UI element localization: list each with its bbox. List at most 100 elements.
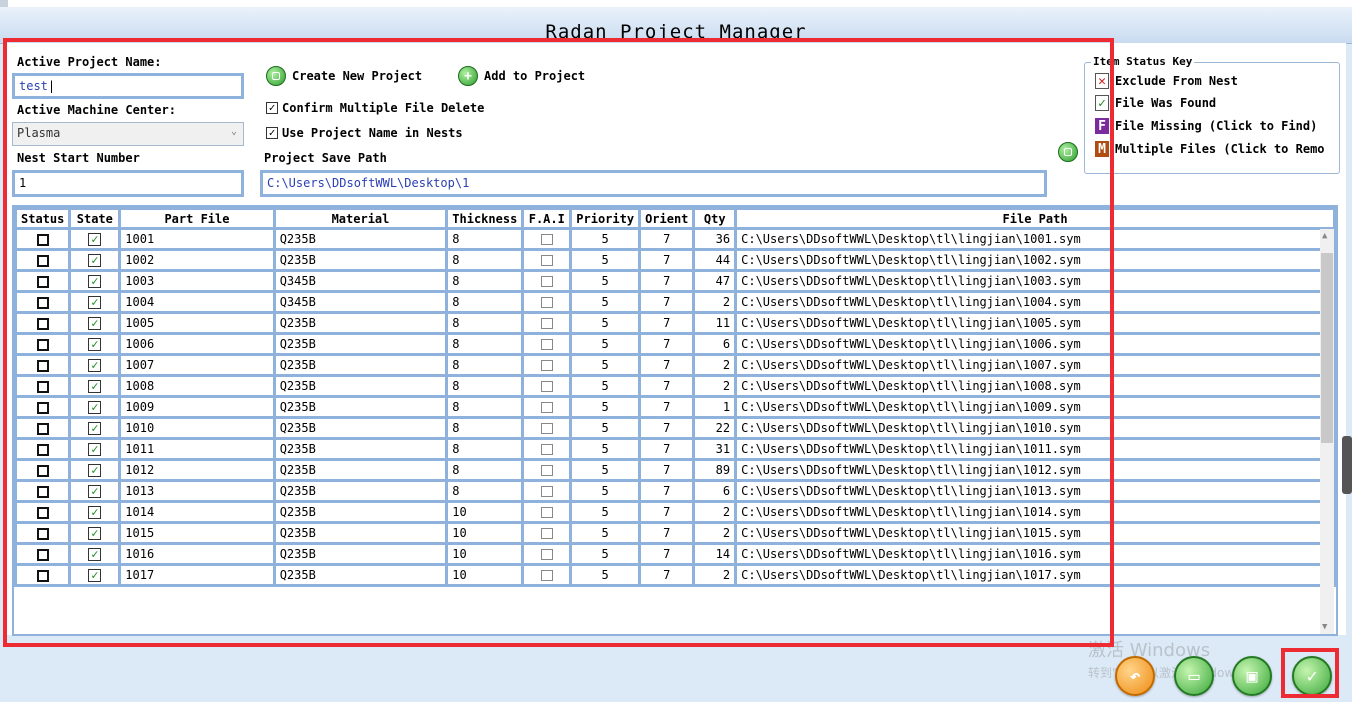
- status-box-icon[interactable]: [36, 485, 49, 498]
- priority-cell[interactable]: 5: [569, 395, 642, 419]
- table-row[interactable]: ✓ 1007 Q235B 8 5 7 2 C:\Users\DDsoftWWL\Desktop…: [14, 353, 1336, 377]
- qty-cell[interactable]: 1: [692, 395, 738, 419]
- status-cell[interactable]: [14, 290, 72, 314]
- table-row[interactable]: ✓ 1014 Q235B 10 5 7 2 C:\Users\DDsoftWWL\Deskto…: [14, 500, 1336, 524]
- fai-cell[interactable]: [521, 353, 573, 377]
- orient-cell[interactable]: 7: [638, 248, 696, 272]
- thickness-cell[interactable]: 8: [445, 458, 525, 482]
- qty-cell[interactable]: 2: [692, 521, 738, 545]
- green-check-icon[interactable]: ✓: [88, 380, 102, 393]
- green-check-icon[interactable]: ✓: [88, 485, 102, 498]
- part-file-cell[interactable]: 1004: [118, 290, 276, 314]
- status-box-icon[interactable]: [36, 233, 49, 246]
- priority-cell[interactable]: 5: [569, 374, 642, 398]
- priority-cell[interactable]: 5: [569, 248, 642, 272]
- file-path-cell[interactable]: C:\Users\DDsoftWWL\Desktop\tl\lingjian\1…: [734, 458, 1336, 482]
- priority-cell[interactable]: 5: [569, 563, 642, 587]
- machine-center-select[interactable]: Plasma ⌄: [12, 122, 244, 146]
- orient-cell[interactable]: 7: [638, 395, 696, 419]
- priority-cell[interactable]: 5: [569, 353, 642, 377]
- table-row[interactable]: ✓ 1015 Q235B 10 5 7 2 C:\Users\DDsoftWWL\Deskto…: [14, 521, 1336, 545]
- file-path-cell[interactable]: C:\Users\DDsoftWWL\Desktop\tl\lingjian\1…: [734, 563, 1336, 587]
- confirm-delete-checkbox[interactable]: ✓ Confirm Multiple File Delete: [266, 101, 484, 115]
- fai-cell[interactable]: [521, 311, 573, 335]
- orient-cell[interactable]: 7: [638, 374, 696, 398]
- col-part-file[interactable]: Part File: [118, 207, 276, 230]
- state-cell[interactable]: ✓: [68, 500, 122, 524]
- priority-cell[interactable]: 5: [569, 500, 642, 524]
- table-row[interactable]: ✓ 1004 Q345B 8 5 7 2 C:\Users\DDsoftWWL\Desktop…: [14, 290, 1336, 314]
- status-cell[interactable]: [14, 521, 72, 545]
- material-cell[interactable]: Q345B: [272, 269, 449, 293]
- qty-cell[interactable]: 22: [692, 416, 738, 440]
- priority-cell[interactable]: 5: [569, 290, 642, 314]
- part-file-cell[interactable]: 1007: [118, 353, 276, 377]
- fai-checkbox[interactable]: [540, 507, 553, 518]
- part-file-cell[interactable]: 1009: [118, 395, 276, 419]
- col-material[interactable]: Material: [272, 207, 449, 230]
- state-cell[interactable]: ✓: [68, 542, 122, 566]
- status-cell[interactable]: [14, 479, 72, 503]
- fai-checkbox[interactable]: [540, 402, 553, 413]
- fai-cell[interactable]: [521, 521, 573, 545]
- priority-cell[interactable]: 5: [569, 269, 642, 293]
- add-to-project-button[interactable]: + Add to Project: [458, 66, 585, 86]
- part-file-cell[interactable]: 1001: [118, 227, 276, 251]
- thickness-cell[interactable]: 10: [445, 521, 525, 545]
- part-file-cell[interactable]: 1005: [118, 311, 276, 335]
- priority-cell[interactable]: 5: [569, 458, 642, 482]
- status-box-icon[interactable]: [36, 548, 49, 561]
- fai-checkbox[interactable]: [540, 360, 553, 371]
- fai-checkbox[interactable]: [540, 234, 553, 245]
- orient-cell[interactable]: 7: [638, 521, 696, 545]
- material-cell[interactable]: Q235B: [272, 458, 449, 482]
- table-row[interactable]: ✓ 1006 Q235B 8 5 7 6 C:\Users\DDsoftWWL\Desktop…: [14, 332, 1336, 356]
- material-cell[interactable]: Q235B: [272, 227, 449, 251]
- scroll-thumb[interactable]: [1321, 253, 1333, 443]
- green-check-icon[interactable]: ✓: [88, 422, 102, 435]
- material-cell[interactable]: Q235B: [272, 248, 449, 272]
- green-check-icon[interactable]: ✓: [88, 338, 102, 351]
- state-cell[interactable]: ✓: [68, 395, 122, 419]
- undo-button[interactable]: ↶: [1115, 656, 1155, 696]
- fai-checkbox[interactable]: [540, 297, 553, 308]
- status-box-icon[interactable]: [36, 422, 49, 435]
- col-status[interactable]: Status: [14, 207, 72, 230]
- priority-cell[interactable]: 5: [569, 521, 642, 545]
- file-path-cell[interactable]: C:\Users\DDsoftWWL\Desktop\tl\lingjian\1…: [734, 542, 1336, 566]
- state-cell[interactable]: ✓: [68, 416, 122, 440]
- col-priority[interactable]: Priority: [569, 207, 642, 230]
- part-file-cell[interactable]: 1006: [118, 332, 276, 356]
- part-file-cell[interactable]: 1013: [118, 479, 276, 503]
- fai-checkbox[interactable]: [540, 276, 553, 287]
- material-cell[interactable]: Q345B: [272, 290, 449, 314]
- state-cell[interactable]: ✓: [68, 227, 122, 251]
- status-box-icon[interactable]: [36, 380, 49, 393]
- col-thickness[interactable]: Thickness: [445, 207, 525, 230]
- file-path-cell[interactable]: C:\Users\DDsoftWWL\Desktop\tl\lingjian\1…: [734, 416, 1336, 440]
- material-cell[interactable]: Q235B: [272, 437, 449, 461]
- orient-cell[interactable]: 7: [638, 500, 696, 524]
- status-cell[interactable]: [14, 374, 72, 398]
- table-row[interactable]: ✓ 1008 Q235B 8 5 7 2 C:\Users\DDsoftWWL\Desktop…: [14, 374, 1336, 398]
- thickness-cell[interactable]: 8: [445, 332, 525, 356]
- status-cell[interactable]: [14, 227, 72, 251]
- priority-cell[interactable]: 5: [569, 479, 642, 503]
- green-check-icon[interactable]: ✓: [88, 359, 102, 372]
- col-qty[interactable]: Qty: [692, 207, 738, 230]
- status-cell[interactable]: [14, 437, 72, 461]
- green-check-icon[interactable]: ✓: [88, 506, 102, 519]
- fai-checkbox[interactable]: [540, 318, 553, 329]
- fai-cell[interactable]: [521, 416, 573, 440]
- fai-cell[interactable]: [521, 458, 573, 482]
- file-path-cell[interactable]: C:\Users\DDsoftWWL\Desktop\tl\lingjian\1…: [734, 269, 1336, 293]
- thickness-cell[interactable]: 8: [445, 353, 525, 377]
- status-cell[interactable]: [14, 416, 72, 440]
- priority-cell[interactable]: 5: [569, 437, 642, 461]
- file-path-cell[interactable]: C:\Users\DDsoftWWL\Desktop\tl\lingjian\1…: [734, 332, 1336, 356]
- create-project-button[interactable]: Create New Project: [266, 66, 422, 86]
- material-cell[interactable]: Q235B: [272, 500, 449, 524]
- table-row[interactable]: ✓ 1010 Q235B 8 5 7 22 C:\Users\DDsoftWWL\Deskto…: [14, 416, 1336, 440]
- fai-checkbox[interactable]: [540, 423, 553, 434]
- orient-cell[interactable]: 7: [638, 458, 696, 482]
